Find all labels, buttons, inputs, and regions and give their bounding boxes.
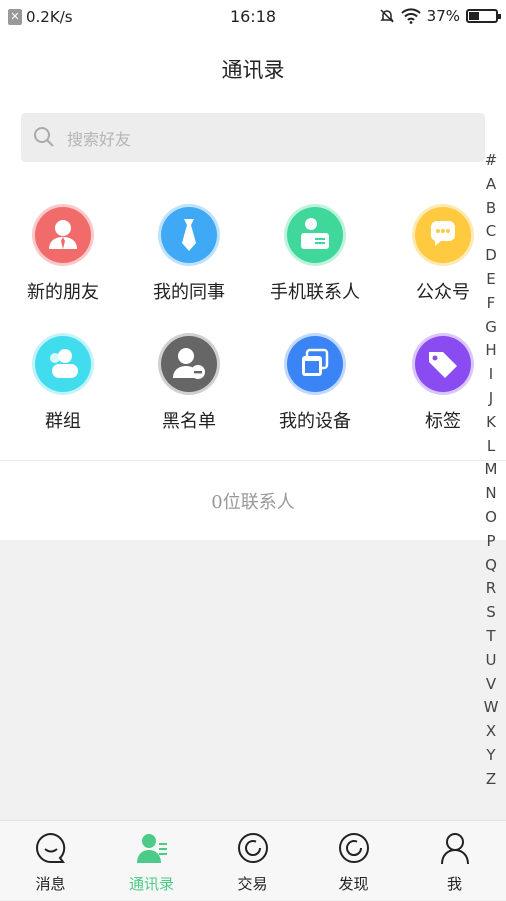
contacts-panel xyxy=(0,100,506,540)
status-bar: ✕ 0.2K/s 16:18 37% xyxy=(0,0,506,34)
battery-icon xyxy=(466,9,501,23)
alphabet-letter[interactable]: A xyxy=(480,173,502,197)
alphabet-letter[interactable]: O xyxy=(480,506,502,530)
alphabet-letter[interactable]: J xyxy=(480,387,502,411)
alphabet-letter[interactable]: E xyxy=(480,268,502,292)
chat-icon xyxy=(35,832,65,863)
grid-item-label: 手机联系人 xyxy=(270,282,360,303)
grid-item-groups[interactable]: 群组 xyxy=(4,333,122,433)
tab-bar: 消息 通讯录 交易 发现 我 xyxy=(0,820,506,900)
alphabet-letter[interactable]: U xyxy=(480,649,502,673)
alphabet-letter[interactable]: G xyxy=(480,316,502,340)
page-title: 通讯录 xyxy=(221,58,285,82)
tab-label: 发现 xyxy=(338,875,369,893)
grid-item-my-devices[interactable]: 我的设备 xyxy=(256,333,374,433)
grid-item-new-friends[interactable]: 新的朋友 xyxy=(4,204,122,304)
tab-label: 消息 xyxy=(35,875,66,893)
alphabet-letter[interactable]: Z xyxy=(480,768,502,792)
battery-percent: 37% xyxy=(426,7,460,25)
contact-card-icon xyxy=(284,204,346,266)
alphabet-index[interactable]: # A B C D E F G H I J K L M N O P Q R S T U V W X Y Z xyxy=(480,149,502,792)
alphabet-letter[interactable]: R xyxy=(480,577,502,601)
search-placeholder: 搜索好友 xyxy=(67,130,132,149)
trade-icon xyxy=(237,833,268,863)
tab-messages[interactable]: 消息 xyxy=(0,821,101,901)
alphabet-letter[interactable]: V xyxy=(480,673,502,697)
alphabet-letter[interactable]: Y xyxy=(480,744,502,768)
alphabet-letter[interactable]: B xyxy=(480,197,502,221)
chat-bubble-icon xyxy=(412,204,474,266)
alphabet-letter[interactable]: H xyxy=(480,339,502,363)
mute-bell-icon xyxy=(379,9,394,23)
tab-trade[interactable]: 交易 xyxy=(202,821,303,901)
alphabet-letter[interactable]: P xyxy=(480,530,502,554)
alphabet-letter[interactable]: C xyxy=(480,220,502,244)
wifi-icon xyxy=(400,8,421,24)
alphabet-letter[interactable]: X xyxy=(480,720,502,744)
alphabet-letter[interactable]: D xyxy=(480,244,502,268)
tag-icon xyxy=(412,333,474,395)
grid-item-label: 我的同事 xyxy=(153,282,225,303)
necktie-icon xyxy=(158,204,220,266)
grid-item-label: 黑名单 xyxy=(162,411,216,432)
alphabet-letter[interactable]: L xyxy=(480,435,502,459)
grid-item-blacklist[interactable]: 黑名单 xyxy=(130,333,248,433)
profile-icon xyxy=(440,833,469,865)
alphabet-letter[interactable]: K xyxy=(480,411,502,435)
tab-label: 通讯录 xyxy=(128,875,174,893)
search-input[interactable]: 搜索好友 xyxy=(21,113,485,162)
alphabet-letter[interactable]: Q xyxy=(480,554,502,578)
grid-item-label: 我的设备 xyxy=(279,411,351,432)
alphabet-letter[interactable]: I xyxy=(480,363,502,387)
grid-item-label: 群组 xyxy=(45,411,81,432)
devices-icon xyxy=(284,333,346,395)
grid-item-colleagues[interactable]: 我的同事 xyxy=(130,204,248,304)
alphabet-letter[interactable]: W xyxy=(480,696,502,720)
tab-label: 我 xyxy=(446,875,462,893)
tab-me[interactable]: 我 xyxy=(404,821,505,901)
tab-label: 交易 xyxy=(237,875,268,893)
header: 通讯录 xyxy=(0,34,506,100)
contacts-icon xyxy=(136,834,167,863)
tab-contacts[interactable]: 通讯录 xyxy=(101,821,202,901)
discover-icon xyxy=(338,833,369,863)
grid-item-phone-contacts[interactable]: 手机联系人 xyxy=(256,204,374,304)
person-tie-icon xyxy=(32,204,94,266)
alphabet-letter[interactable]: T xyxy=(480,625,502,649)
contact-count: 0位联系人 xyxy=(211,492,295,513)
alphabet-letter[interactable]: S xyxy=(480,601,502,625)
tab-discover[interactable]: 发现 xyxy=(303,821,404,901)
grid-item-label: 新的朋友 xyxy=(27,282,99,303)
alphabet-letter[interactable]: # xyxy=(480,149,502,173)
divider xyxy=(0,460,506,461)
group-icon xyxy=(32,333,94,395)
alphabet-letter[interactable]: F xyxy=(480,292,502,316)
search-icon xyxy=(34,127,54,147)
alphabet-letter[interactable]: N xyxy=(480,482,502,506)
blocked-user-icon xyxy=(158,333,220,395)
alphabet-letter[interactable]: M xyxy=(480,458,502,482)
